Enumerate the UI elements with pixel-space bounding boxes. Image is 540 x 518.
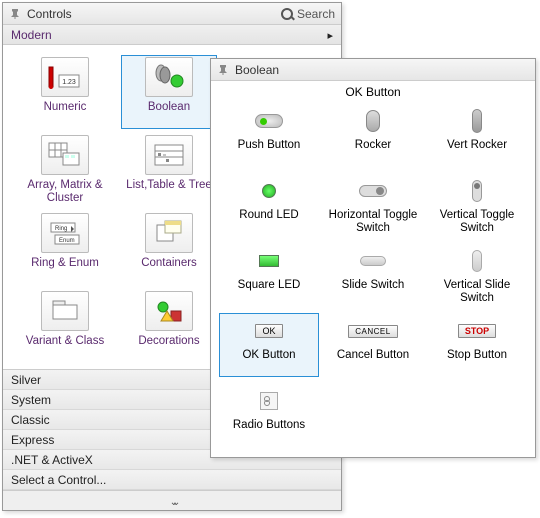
item-cancel-button[interactable]: CANCEL Cancel Button	[323, 313, 423, 377]
submenu-arrow-icon	[327, 28, 333, 42]
pin-icon[interactable]	[9, 8, 21, 20]
item-vertical-slide-switch[interactable]: Vertical Slide Switch	[427, 243, 527, 307]
boolean-icon	[145, 57, 193, 97]
ring-icon: Ring Enum	[41, 213, 89, 253]
slide-switch-icon	[347, 245, 399, 277]
ok-button-icon: OK	[243, 315, 295, 347]
category-modern[interactable]: Modern	[3, 25, 341, 45]
search-box[interactable]: Search	[281, 7, 335, 21]
rocker-icon	[347, 105, 399, 137]
expand-toggle[interactable]	[3, 490, 341, 510]
item-horizontal-toggle-switch[interactable]: Horizontal Toggle Switch	[323, 173, 423, 237]
item-label: Ring & Enum	[31, 257, 99, 283]
search-icon	[281, 8, 293, 20]
item-boolean[interactable]: Boolean	[121, 55, 217, 129]
controls-header: Controls Search	[3, 3, 341, 25]
item-rocker[interactable]: Rocker	[323, 103, 423, 167]
item-array-matrix-cluster[interactable]: Array, Matrix & Cluster	[17, 133, 113, 207]
boolean-title: Boolean	[235, 63, 279, 77]
decorations-icon	[145, 291, 193, 331]
boolean-grid: Push Button Rocker Vert Rocker Round LED…	[211, 99, 535, 457]
item-ring-enum[interactable]: Ring Enum Ring & Enum	[17, 211, 113, 285]
v-slide-switch-icon	[451, 245, 503, 277]
h-toggle-icon	[347, 175, 399, 207]
search-label: Search	[297, 7, 335, 21]
pin-icon[interactable]	[217, 64, 229, 76]
item-containers[interactable]: Containers	[121, 211, 217, 285]
numeric-icon: 1.23	[41, 57, 89, 97]
item-stop-button[interactable]: STOP Stop Button	[427, 313, 527, 377]
boolean-header: Boolean	[211, 59, 535, 81]
item-label: Array, Matrix & Cluster	[19, 179, 111, 205]
radio-buttons-icon	[243, 385, 295, 417]
square-led-icon	[243, 245, 295, 277]
v-toggle-icon	[451, 175, 503, 207]
item-label: Containers	[141, 257, 197, 283]
item-round-led[interactable]: Round LED	[219, 173, 319, 237]
item-vert-rocker[interactable]: Vert Rocker	[427, 103, 527, 167]
item-label: List,Table & Tree	[126, 179, 212, 205]
push-button-icon	[243, 105, 295, 137]
item-label: Numeric	[44, 101, 87, 127]
item-list-table-tree[interactable]: List,Table & Tree	[121, 133, 217, 207]
category-select-control[interactable]: Select a Control...	[3, 470, 341, 490]
item-decorations[interactable]: Decorations	[121, 289, 217, 363]
category-label: Modern	[11, 28, 52, 42]
boolean-heading: OK Button	[211, 81, 535, 99]
item-square-led[interactable]: Square LED	[219, 243, 319, 307]
svg-text:Ring: Ring	[55, 226, 67, 232]
controls-title: Controls	[27, 7, 72, 21]
svg-text:Enum: Enum	[59, 238, 75, 244]
item-radio-buttons[interactable]: Radio Buttons	[219, 383, 319, 447]
vert-rocker-icon	[451, 105, 503, 137]
item-label: Variant & Class	[26, 335, 104, 361]
containers-icon	[145, 213, 193, 253]
round-led-icon	[243, 175, 295, 207]
svg-text:1.23: 1.23	[62, 79, 76, 86]
item-vertical-toggle-switch[interactable]: Vertical Toggle Switch	[427, 173, 527, 237]
chevron-down-icon	[170, 494, 175, 508]
item-variant-class[interactable]: Variant & Class	[17, 289, 113, 363]
array-icon	[41, 135, 89, 175]
stop-button-icon: STOP	[451, 315, 503, 347]
item-push-button[interactable]: Push Button	[219, 103, 319, 167]
list-icon	[145, 135, 193, 175]
item-label: Decorations	[138, 335, 199, 361]
cancel-button-icon: CANCEL	[347, 315, 399, 347]
boolean-palette: Boolean OK Button Push Button Rocker Ver…	[210, 58, 536, 458]
item-slide-switch[interactable]: Slide Switch	[323, 243, 423, 307]
item-ok-button[interactable]: OK OK Button	[219, 313, 319, 377]
item-label: Boolean	[148, 101, 190, 127]
item-numeric[interactable]: 1.23 Numeric	[17, 55, 113, 129]
variant-icon	[41, 291, 89, 331]
